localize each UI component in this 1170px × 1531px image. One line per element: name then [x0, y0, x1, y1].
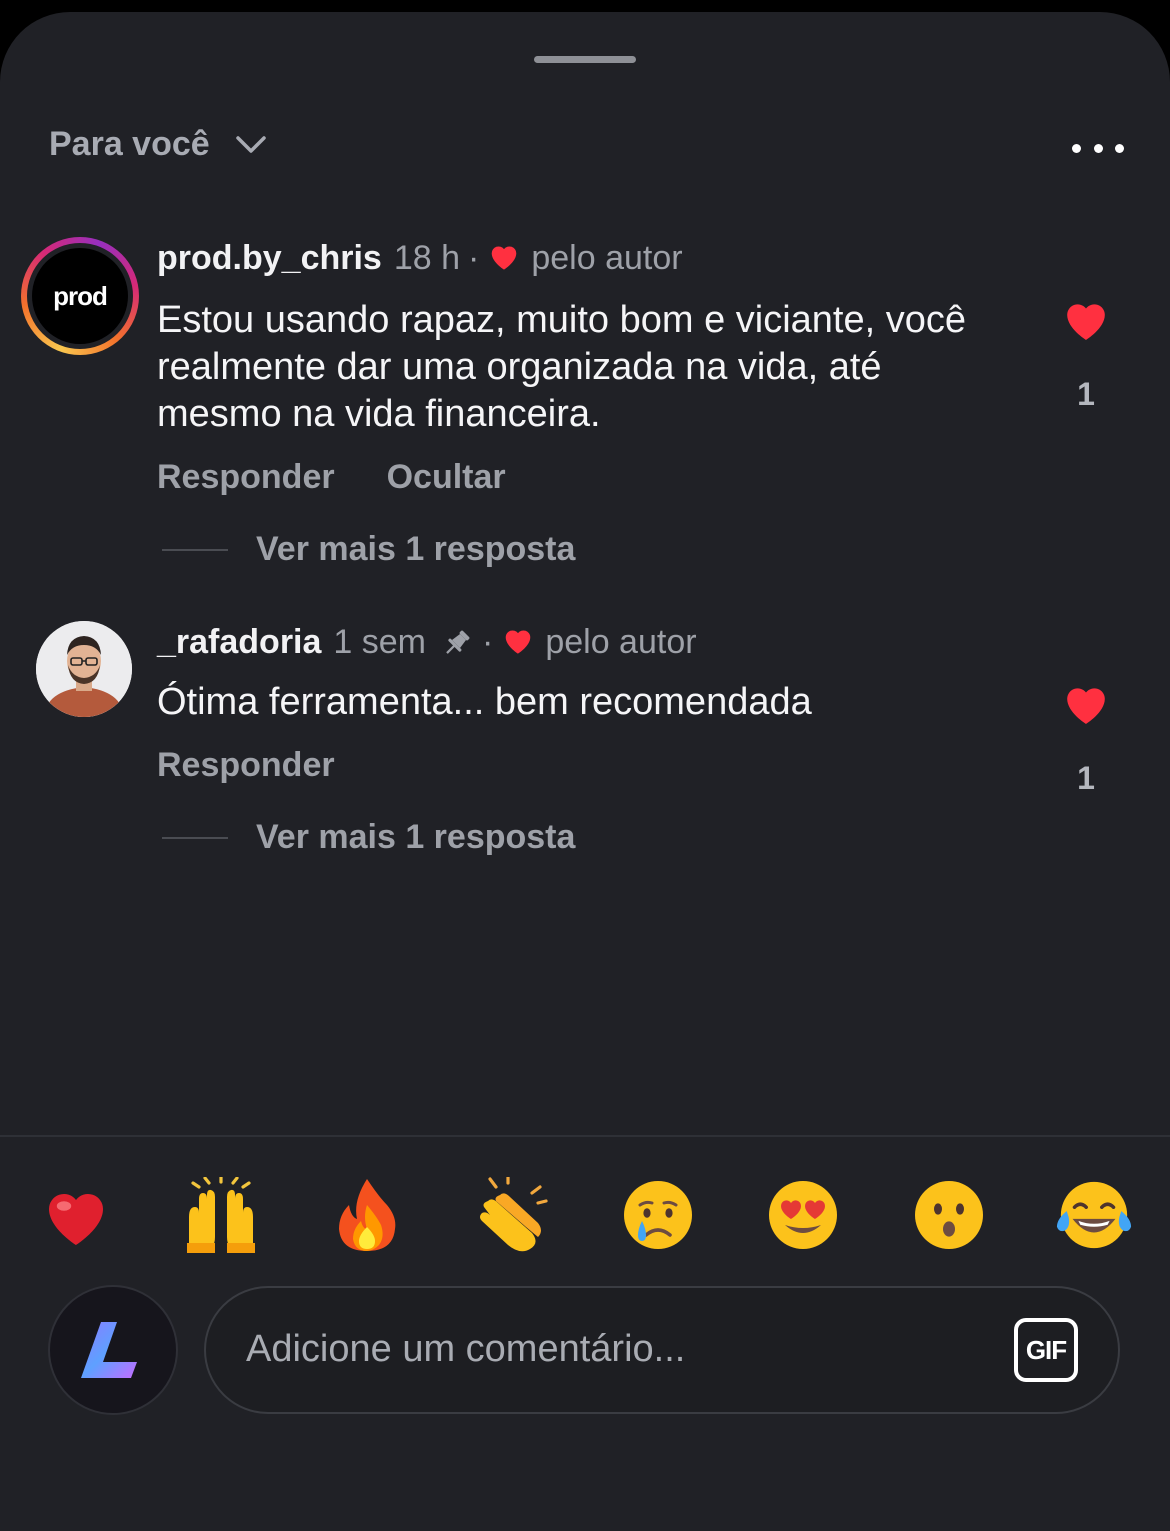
- user-photo: [36, 621, 132, 717]
- author-like-heart-icon: [487, 241, 521, 276]
- avatar[interactable]: prod: [21, 237, 139, 355]
- comments-sheet: Para você prod prod.by_chris 18 h · pelo…: [0, 12, 1170, 1531]
- heart-filled-icon: [1067, 304, 1105, 340]
- view-more-replies[interactable]: Ver mais 1 resposta: [162, 818, 575, 857]
- comment-time: 18 h: [393, 239, 461, 277]
- heart-eyes-emoji[interactable]: [757, 1169, 849, 1261]
- raising-hands-emoji[interactable]: [175, 1169, 267, 1261]
- comment-username[interactable]: _rafadoria: [157, 623, 321, 662]
- replies-divider-line: [162, 548, 228, 551]
- surprised-face-emoji[interactable]: [903, 1169, 995, 1261]
- liked-by-author-label: pelo autor: [531, 239, 683, 277]
- fire-emoji[interactable]: [321, 1169, 413, 1261]
- avatar[interactable]: [36, 621, 132, 717]
- drag-handle[interactable]: [534, 56, 636, 63]
- reply-button[interactable]: Responder: [157, 746, 335, 785]
- replies-divider-line: [162, 836, 228, 839]
- gif-button[interactable]: GIF: [1014, 1318, 1078, 1382]
- composer-divider: [0, 1135, 1170, 1137]
- chevron-down-icon: [235, 135, 266, 153]
- heart-filled-icon: [1067, 688, 1105, 724]
- like-button[interactable]: 1: [1058, 296, 1114, 413]
- comment-input-placeholder: Adicione um comentário...: [246, 1328, 686, 1370]
- view-more-replies-label: Ver mais 1 resposta: [256, 530, 576, 568]
- author-like-heart-icon: [501, 625, 535, 660]
- view-more-replies-label: Ver mais 1 resposta: [256, 818, 576, 856]
- pin-icon: [440, 626, 474, 660]
- gif-label: GIF: [1025, 1334, 1067, 1365]
- reply-button[interactable]: Responder: [157, 458, 335, 497]
- liked-by-author-label: pelo autor: [545, 623, 697, 661]
- tears-of-joy-emoji[interactable]: [1048, 1169, 1140, 1261]
- comment-time: 1 sem: [333, 623, 426, 661]
- crying-face-emoji[interactable]: [612, 1169, 704, 1261]
- hide-button[interactable]: Ocultar: [387, 458, 506, 497]
- view-more-replies[interactable]: Ver mais 1 resposta: [162, 530, 575, 569]
- sort-filter-label: Para você: [49, 125, 210, 163]
- like-count: 1: [1077, 760, 1095, 796]
- sort-filter-dropdown[interactable]: Para você: [49, 125, 266, 164]
- clapping-hands-emoji[interactable]: [466, 1169, 558, 1261]
- avatar-logo-text: prod: [32, 248, 128, 344]
- more-options-icon[interactable]: [1072, 137, 1124, 159]
- comment-username[interactable]: prod.by_chris: [157, 239, 382, 278]
- like-button[interactable]: 1: [1058, 680, 1114, 797]
- current-user-avatar[interactable]: [48, 1285, 178, 1415]
- comment-text: Ótima ferramenta... bem recomendada: [157, 681, 812, 723]
- quick-reactions-bar: [30, 1170, 1140, 1260]
- comment-input[interactable]: Adicione um comentário... GIF: [204, 1286, 1120, 1414]
- app-logo-icon: [81, 1322, 137, 1378]
- like-count: 1: [1077, 376, 1095, 412]
- comment-text: Estou usando rapaz, muito bom e viciante…: [157, 299, 967, 435]
- red-heart-emoji[interactable]: [30, 1169, 122, 1261]
